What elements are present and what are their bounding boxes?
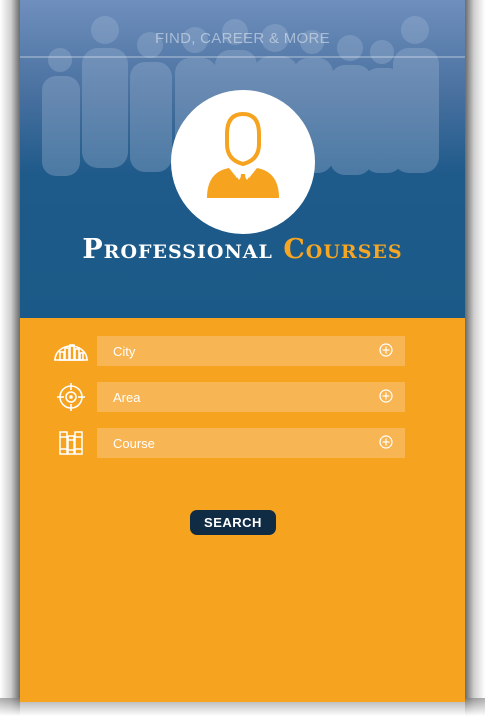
app-screen: FIND, CAREER & MORE Professional Courses bbox=[20, 0, 465, 702]
books-icon bbox=[59, 431, 83, 455]
professional-avatar bbox=[171, 90, 315, 234]
title-word-professional: Professional bbox=[82, 234, 273, 265]
header-bar: FIND, CAREER & MORE bbox=[20, 0, 465, 58]
area-field[interactable]: Area bbox=[97, 382, 405, 412]
course-field-label: Course bbox=[113, 435, 155, 451]
course-field[interactable]: Course bbox=[97, 428, 405, 458]
businessman-icon bbox=[207, 112, 279, 198]
add-circle-icon[interactable] bbox=[379, 389, 393, 403]
search-form: City Area Course SEARCH bbox=[20, 318, 465, 702]
hero-banner: FIND, CAREER & MORE Professional Courses bbox=[20, 0, 465, 318]
area-row: Area bbox=[20, 382, 465, 412]
city-field-label: City bbox=[113, 343, 136, 359]
city-field[interactable]: City bbox=[97, 336, 405, 366]
area-field-label: Area bbox=[113, 389, 141, 405]
add-circle-icon[interactable] bbox=[379, 343, 393, 357]
header-divider bbox=[20, 56, 465, 58]
title-word-courses: Courses bbox=[283, 234, 403, 265]
right-shadow bbox=[465, 0, 485, 716]
city-row: City bbox=[20, 336, 465, 366]
search-button[interactable]: SEARCH bbox=[190, 510, 276, 535]
page-title: Professional Courses bbox=[20, 234, 465, 265]
course-row: Course bbox=[20, 428, 465, 458]
target-crosshair-icon bbox=[57, 383, 85, 411]
header-title: FIND, CAREER & MORE bbox=[155, 30, 330, 47]
add-circle-icon[interactable] bbox=[379, 435, 393, 449]
left-shadow bbox=[0, 0, 20, 716]
city-skyline-icon bbox=[54, 344, 88, 361]
